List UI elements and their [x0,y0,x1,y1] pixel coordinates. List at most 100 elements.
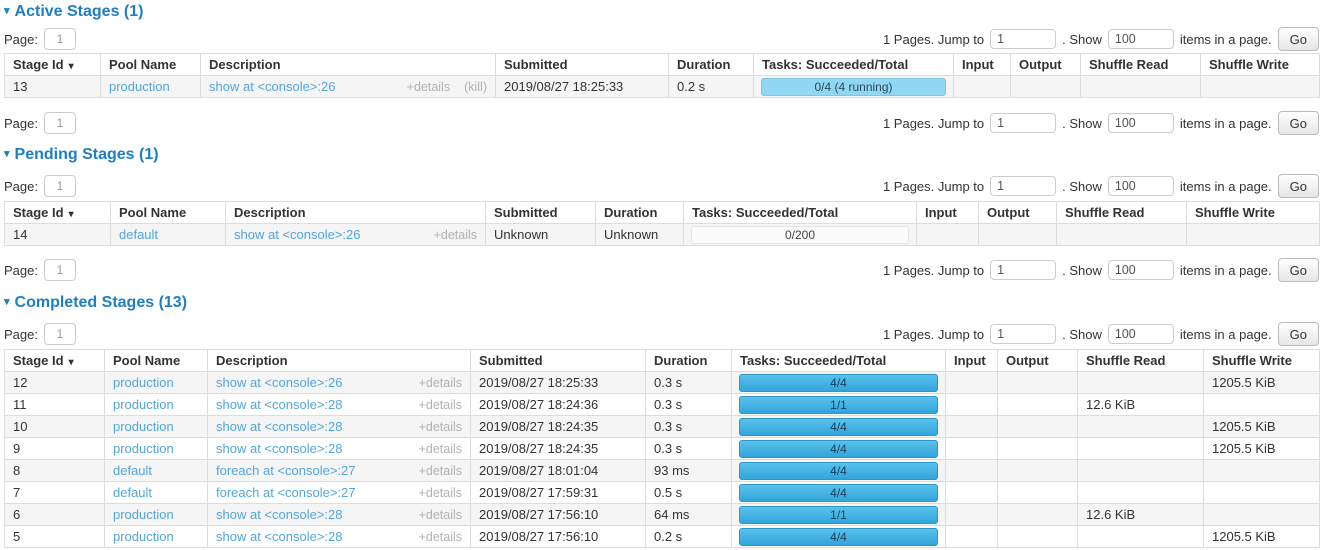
pool-name-link[interactable]: production [113,507,174,522]
task-progress-bar: 0/200 [691,226,909,244]
details-link[interactable]: +details [434,228,477,242]
details-link[interactable]: +details [419,508,462,522]
col-header-submitted[interactable]: Submitted [471,350,646,372]
description-link[interactable]: foreach at <console>:27 [216,485,356,500]
pending-stages-section-header[interactable]: ▾Pending Stages (1) [4,145,1319,164]
col-header-duration[interactable]: Duration [669,54,754,76]
col-header-description[interactable]: Description [226,202,486,224]
output-cell [998,416,1078,438]
details-link[interactable]: +details [419,530,462,544]
description-link[interactable]: foreach at <console>:27 [216,463,356,478]
items-per-page-input[interactable] [1108,260,1174,280]
col-header-stage-id[interactable]: Stage Id▾ [5,350,105,372]
shuffle-write-cell [1204,460,1320,482]
col-header-pool-name[interactable]: Pool Name [105,350,208,372]
go-button[interactable]: Go [1278,111,1319,135]
col-header-shuffle-read[interactable]: Shuffle Read [1081,54,1201,76]
table-row: 8defaultforeach at <console>:27+details2… [5,460,1320,482]
output-cell [1011,76,1081,98]
task-progress-bar: 4/4 [739,440,938,458]
col-header-input[interactable]: Input [954,54,1011,76]
pages-jump-text: 1 Pages. Jump to [883,32,984,47]
description-link[interactable]: show at <console>:28 [216,507,342,522]
col-header-pool-name[interactable]: Pool Name [101,54,201,76]
pool-name-link[interactable]: default [119,227,158,242]
pool-name-link[interactable]: default [113,485,152,500]
pool-name-link[interactable]: production [113,419,174,434]
col-header-shuffle-read[interactable]: Shuffle Read [1078,350,1204,372]
items-per-page-input[interactable] [1108,324,1174,344]
active-stages-section-header[interactable]: ▾Active Stages (1) [4,2,1319,21]
pool-name-link[interactable]: default [113,463,152,478]
shuffle-write-cell: 1205.5 KiB [1204,416,1320,438]
details-link[interactable]: +details [419,464,462,478]
pool-name-link[interactable]: production [113,375,174,390]
description-link[interactable]: show at <console>:28 [216,397,342,412]
col-header-stage-id[interactable]: Stage Id▾ [5,54,101,76]
col-header-output[interactable]: Output [979,202,1057,224]
description-link[interactable]: show at <console>:26 [209,79,335,94]
pool-name-cell: default [105,482,208,504]
items-per-page-input[interactable] [1108,113,1174,133]
description-link[interactable]: show at <console>:26 [216,375,342,390]
go-button[interactable]: Go [1278,174,1319,198]
go-button[interactable]: Go [1278,322,1319,346]
col-header-shuffle-write[interactable]: Shuffle Write [1204,350,1320,372]
col-header-duration[interactable]: Duration [596,202,684,224]
col-header-shuffle-read[interactable]: Shuffle Read [1057,202,1187,224]
col-header-tasks-succeeded-total[interactable]: Tasks: Succeeded/Total [754,54,954,76]
details-link[interactable]: +details [407,80,450,94]
page-number-input[interactable] [44,175,76,197]
go-button[interactable]: Go [1278,27,1319,51]
details-link[interactable]: +details [419,398,462,412]
details-link[interactable]: +details [419,420,462,434]
pool-name-link[interactable]: production [109,79,170,94]
col-header-description[interactable]: Description [201,54,496,76]
col-header-pool-name[interactable]: Pool Name [111,202,226,224]
jump-to-page-input[interactable] [990,324,1056,344]
table-header-row: Stage Id▾Pool NameDescriptionSubmittedDu… [5,350,1320,372]
col-header-submitted[interactable]: Submitted [496,54,669,76]
completed-stages-section-header[interactable]: ▾Completed Stages (13) [4,293,1319,312]
col-header-stage-id[interactable]: Stage Id▾ [5,202,111,224]
page-number-input[interactable] [44,323,76,345]
jump-to-page-input[interactable] [990,176,1056,196]
tasks-cell: 4/4 [732,438,946,460]
col-header-tasks-succeeded-total[interactable]: Tasks: Succeeded/Total [732,350,946,372]
pool-name-link[interactable]: production [113,529,174,544]
shuffle-write-cell: 1205.5 KiB [1204,438,1320,460]
details-link[interactable]: +details [419,442,462,456]
col-header-output[interactable]: Output [998,350,1078,372]
col-header-input[interactable]: Input [917,202,979,224]
description-link[interactable]: show at <console>:26 [234,227,360,242]
pages-jump-text: 1 Pages. Jump to [883,263,984,278]
duration-cell: Unknown [596,224,684,246]
col-header-shuffle-write[interactable]: Shuffle Write [1201,54,1320,76]
description-link[interactable]: show at <console>:28 [216,419,342,434]
task-progress-bar: 1/1 [739,506,938,524]
jump-to-page-input[interactable] [990,113,1056,133]
page-number-input[interactable] [44,112,76,134]
description-link[interactable]: show at <console>:28 [216,441,342,456]
description-link[interactable]: show at <console>:28 [216,529,342,544]
col-header-submitted[interactable]: Submitted [486,202,596,224]
items-per-page-input[interactable] [1108,29,1174,49]
details-link[interactable]: +details [419,486,462,500]
shuffle-write-cell [1201,76,1320,98]
go-button[interactable]: Go [1278,258,1319,282]
pool-name-link[interactable]: production [113,397,174,412]
col-header-description[interactable]: Description [208,350,471,372]
jump-to-page-input[interactable] [990,29,1056,49]
jump-to-page-input[interactable] [990,260,1056,280]
col-header-shuffle-write[interactable]: Shuffle Write [1187,202,1320,224]
kill-link[interactable]: (kill) [464,80,487,94]
col-header-output[interactable]: Output [1011,54,1081,76]
col-header-tasks-succeeded-total[interactable]: Tasks: Succeeded/Total [684,202,917,224]
col-header-input[interactable]: Input [946,350,998,372]
page-number-input[interactable] [44,259,76,281]
pool-name-link[interactable]: production [113,441,174,456]
page-number-input[interactable] [44,28,76,50]
items-per-page-input[interactable] [1108,176,1174,196]
col-header-duration[interactable]: Duration [646,350,732,372]
details-link[interactable]: +details [419,376,462,390]
